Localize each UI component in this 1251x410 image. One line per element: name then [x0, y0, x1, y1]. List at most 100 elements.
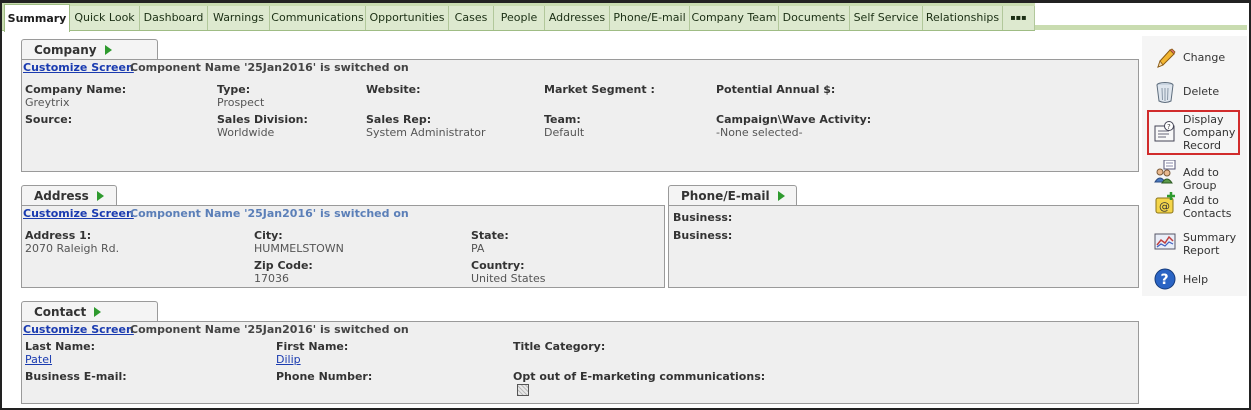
tab-opportunities[interactable]: Opportunities: [366, 6, 449, 30]
help-label: Help: [1183, 273, 1209, 286]
address-panel-title: Address: [34, 189, 89, 203]
company-name-value: Greytrix: [25, 96, 70, 109]
website-label: Website:: [366, 83, 421, 96]
tab-documents[interactable]: Documents: [779, 6, 850, 30]
tab-warnings[interactable]: Warnings: [208, 6, 270, 30]
pencil-icon: [1157, 48, 1176, 68]
tab-people[interactable]: People: [494, 6, 545, 30]
sales-rep-value: System Administrator: [366, 126, 486, 139]
svg-text:?: ?: [1167, 123, 1171, 131]
tab-relationships[interactable]: Relationships: [923, 6, 1003, 30]
sales-division-value: Worldwide: [217, 126, 275, 139]
help-button[interactable]: ? Help: [1148, 265, 1248, 295]
zip-label: Zip Code:: [254, 259, 313, 272]
phone-number-label: Phone Number:: [276, 370, 373, 383]
potential-annual-label: Potential Annual $:: [716, 83, 836, 96]
customize-screen-link[interactable]: Customize Screen: [23, 323, 134, 336]
campaign-label: Campaign\Wave Activity:: [716, 113, 872, 126]
city-label: City:: [254, 229, 283, 242]
tab-quick-look[interactable]: Quick Look: [70, 6, 140, 30]
state-value: PA: [471, 242, 485, 255]
customize-screen-link[interactable]: Customize Screen: [23, 207, 134, 220]
phone-email-panel-tab[interactable]: Phone/E-mail: [668, 185, 797, 206]
company-name-label: Company Name:: [25, 83, 127, 96]
add-group-icon: [1154, 160, 1176, 184]
contact-panel: Customize Screen Component Name '25Jan20…: [21, 321, 1139, 404]
add-to-contacts-label: Add to Contacts: [1183, 194, 1232, 220]
tab-cases[interactable]: Cases: [449, 6, 494, 30]
tab-addresses[interactable]: Addresses: [545, 6, 610, 30]
tab-bar: Summary Quick Look Dashboard Warnings Co…: [2, 3, 1035, 32]
summary-report-label: Summary Report: [1183, 231, 1237, 257]
opt-out-label: Opt out of E-marketing communications:: [513, 370, 766, 383]
source-label: Source:: [25, 113, 73, 126]
last-name-link[interactable]: Patel: [25, 353, 52, 366]
tab-phone-email[interactable]: Phone/E-mail: [610, 6, 690, 30]
last-name-label: Last Name:: [25, 340, 96, 353]
business-phone-label: Business:: [673, 211, 733, 224]
first-name-link[interactable]: Dilip: [276, 353, 301, 366]
phone-email-panel: Business: Business:: [668, 205, 1139, 288]
contact-panel-tab[interactable]: Contact: [21, 301, 158, 322]
delete-button[interactable]: Delete: [1148, 78, 1248, 108]
expand-arrow-icon[interactable]: [104, 45, 112, 55]
display-company-record-label: Display Company Record: [1183, 113, 1236, 152]
svg-text:@: @: [1159, 200, 1170, 213]
type-value: Prospect: [217, 96, 265, 109]
tab-dashboard[interactable]: Dashboard: [140, 6, 208, 30]
help-icon: ?: [1154, 268, 1176, 290]
component-note: Component Name '25Jan2016' is switched o…: [130, 323, 409, 336]
record-info-icon: ?: [1154, 121, 1175, 142]
report-chart-icon: [1154, 233, 1176, 250]
change-button[interactable]: Change: [1148, 45, 1248, 75]
add-to-group-label: Add to Group: [1183, 166, 1219, 192]
company-panel-tab[interactable]: Company: [21, 39, 158, 60]
company-panel: Customize Screen Component Name '25Jan20…: [21, 59, 1139, 172]
opt-out-checkbox[interactable]: [517, 384, 529, 396]
country-label: Country:: [471, 259, 525, 272]
business-email-label: Business:: [673, 229, 733, 242]
sales-rep-label: Sales Rep:: [366, 113, 432, 126]
display-company-record-button[interactable]: ? Display Company Record: [1147, 110, 1240, 155]
business-email-label: Business E-mail:: [25, 370, 127, 383]
title-category-label: Title Category:: [513, 340, 606, 353]
country-value: United States: [471, 272, 546, 285]
add-to-group-button[interactable]: Add to Group: [1148, 158, 1248, 192]
address-panel: Customize Screen Component Name '25Jan20…: [21, 205, 665, 288]
sales-division-label: Sales Division:: [217, 113, 308, 126]
tab-summary[interactable]: Summary: [4, 4, 70, 32]
campaign-value: -None selected-: [716, 126, 803, 139]
add-to-contacts-button[interactable]: @ Add to Contacts: [1148, 190, 1248, 220]
company-panel-title: Company: [34, 43, 97, 57]
city-value: HUMMELSTOWN: [254, 242, 344, 255]
add-contacts-icon: @: [1155, 192, 1175, 214]
tab-bar-extension: [1035, 25, 1247, 30]
tab-more[interactable]: ▪▪▪: [1003, 6, 1035, 30]
first-name-label: First Name:: [276, 340, 349, 353]
expand-arrow-icon[interactable]: [94, 307, 102, 317]
customize-screen-link[interactable]: Customize Screen: [23, 61, 134, 74]
expand-arrow-icon[interactable]: [96, 191, 104, 201]
team-value: Default: [544, 126, 585, 139]
component-note: Component Name '25Jan2016' is switched o…: [130, 207, 409, 220]
change-label: Change: [1183, 51, 1226, 64]
address1-value: 2070 Raleigh Rd.: [25, 242, 120, 255]
component-note: Component Name '25Jan2016' is switched o…: [130, 61, 409, 74]
team-label: Team:: [544, 113, 581, 126]
tab-self-service[interactable]: Self Service: [850, 6, 923, 30]
address1-label: Address 1:: [25, 229, 92, 242]
market-segment-label: Market Segment :: [544, 83, 655, 96]
trash-can-icon: [1156, 82, 1174, 103]
tab-communications[interactable]: Communications: [270, 6, 366, 30]
contact-panel-title: Contact: [34, 305, 87, 319]
svg-text:?: ?: [1161, 272, 1169, 288]
tab-company-team[interactable]: Company Team: [690, 6, 779, 30]
phone-email-panel-title: Phone/E-mail: [681, 189, 770, 203]
delete-label: Delete: [1183, 85, 1220, 98]
summary-report-button[interactable]: Summary Report: [1148, 228, 1248, 258]
zip-value: 17036: [254, 272, 289, 285]
address-panel-tab[interactable]: Address: [21, 185, 117, 206]
type-label: Type:: [217, 83, 251, 96]
expand-arrow-icon[interactable]: [777, 191, 785, 201]
state-label: State:: [471, 229, 509, 242]
